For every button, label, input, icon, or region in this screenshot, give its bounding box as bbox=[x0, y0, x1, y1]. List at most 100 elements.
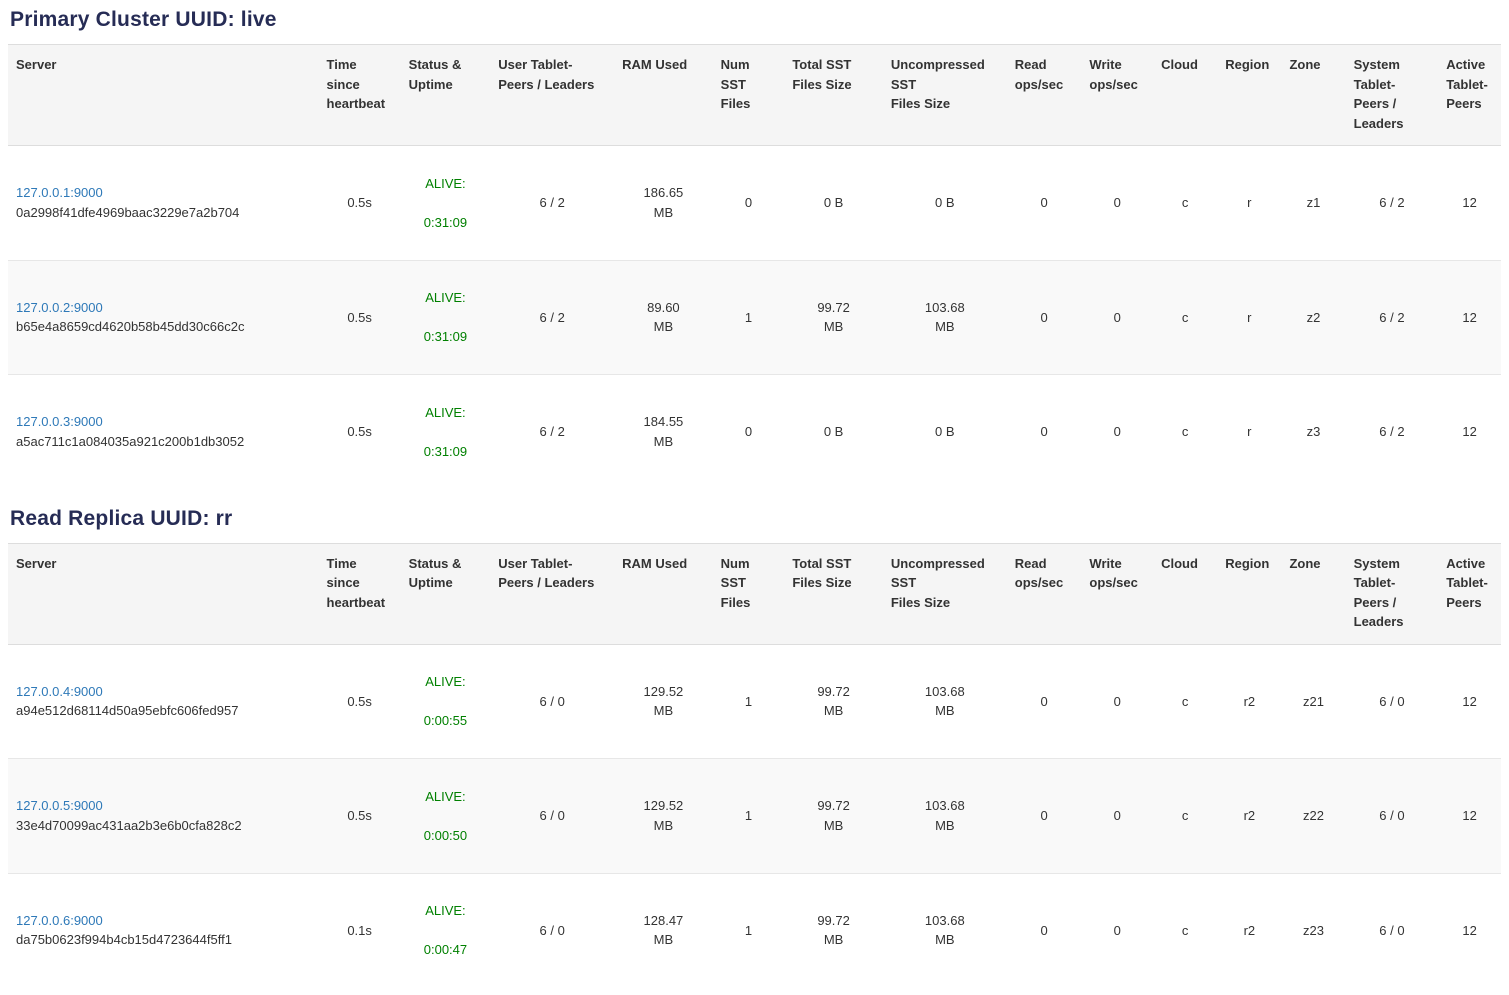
cell-num-sst-files: 1 bbox=[713, 759, 785, 874]
cell-read-ops: 0 bbox=[1007, 873, 1082, 987]
table-row: 127.0.0.1:9000 0a2998f41dfe4969baac3229e… bbox=[8, 146, 1501, 261]
cell-zone: z21 bbox=[1281, 644, 1345, 759]
cell-active-tablet-peers: 12 bbox=[1438, 873, 1501, 987]
col-time-since-heartbeat: Time since heartbeat bbox=[319, 45, 401, 146]
cell-num-sst-files: 1 bbox=[713, 644, 785, 759]
cell-write-ops: 0 bbox=[1081, 375, 1153, 489]
cell-write-ops: 0 bbox=[1081, 146, 1153, 261]
status-alive: ALIVE: bbox=[409, 901, 483, 921]
cell-num-sst-files: 1 bbox=[713, 260, 785, 375]
cell-status-uptime: ALIVE: 0:00:50 bbox=[401, 759, 491, 874]
status-alive: ALIVE: bbox=[409, 403, 483, 423]
cell-zone: z22 bbox=[1281, 759, 1345, 874]
cell-status-uptime: ALIVE: 0:31:09 bbox=[401, 260, 491, 375]
cell-system-tablet-peers: 6 / 0 bbox=[1346, 873, 1439, 987]
status-uptime: 0:31:09 bbox=[409, 213, 483, 233]
cell-uncompressed-sst-size: 103.68 MB bbox=[883, 873, 1007, 987]
cell-cloud: c bbox=[1153, 146, 1217, 261]
cell-zone: z3 bbox=[1281, 375, 1345, 489]
cell-active-tablet-peers: 12 bbox=[1438, 146, 1501, 261]
col-status-uptime: Status & Uptime bbox=[401, 45, 491, 146]
server-link[interactable]: 127.0.0.5:9000 bbox=[16, 798, 103, 813]
status-alive: ALIVE: bbox=[409, 174, 483, 194]
cell-uncompressed-sst-size: 0 B bbox=[883, 146, 1007, 261]
col-user-tablet-peers: User Tablet-Peers / Leaders bbox=[490, 45, 614, 146]
cell-uncompressed-sst-size: 103.68 MB bbox=[883, 644, 1007, 759]
col-region: Region bbox=[1217, 45, 1281, 146]
cell-time-since-heartbeat: 0.5s bbox=[319, 260, 401, 375]
server-link[interactable]: 127.0.0.3:9000 bbox=[16, 414, 103, 429]
col-ram-used: RAM Used bbox=[614, 543, 713, 644]
server-link[interactable]: 127.0.0.2:9000 bbox=[16, 300, 103, 315]
table-header-row: Server Time since heartbeat Status & Upt… bbox=[8, 45, 1501, 146]
cell-total-sst-size: 0 B bbox=[784, 375, 883, 489]
cell-system-tablet-peers: 6 / 0 bbox=[1346, 644, 1439, 759]
cell-active-tablet-peers: 12 bbox=[1438, 375, 1501, 489]
cell-ram-used: 186.65 MB bbox=[614, 146, 713, 261]
cell-total-sst-size: 0 B bbox=[784, 146, 883, 261]
cell-region: r bbox=[1217, 260, 1281, 375]
cell-uncompressed-sst-size: 103.68 MB bbox=[883, 260, 1007, 375]
cell-system-tablet-peers: 6 / 2 bbox=[1346, 375, 1439, 489]
status-alive: ALIVE: bbox=[409, 787, 483, 807]
cell-ram-used: 128.47 MB bbox=[614, 873, 713, 987]
cell-read-ops: 0 bbox=[1007, 260, 1082, 375]
col-zone: Zone bbox=[1281, 543, 1345, 644]
cell-read-ops: 0 bbox=[1007, 375, 1082, 489]
cell-system-tablet-peers: 6 / 0 bbox=[1346, 759, 1439, 874]
cell-time-since-heartbeat: 0.5s bbox=[319, 146, 401, 261]
cell-time-since-heartbeat: 0.1s bbox=[319, 873, 401, 987]
cell-read-ops: 0 bbox=[1007, 759, 1082, 874]
table-row: 127.0.0.2:9000 b65e4a8659cd4620b58b45dd3… bbox=[8, 260, 1501, 375]
col-active-tablet-peers: Active Tablet-Peers bbox=[1438, 543, 1501, 644]
cell-user-tablet-peers: 6 / 2 bbox=[490, 260, 614, 375]
table-header-row: Server Time since heartbeat Status & Upt… bbox=[8, 543, 1501, 644]
col-time-since-heartbeat: Time since heartbeat bbox=[319, 543, 401, 644]
server-link[interactable]: 127.0.0.6:9000 bbox=[16, 913, 103, 928]
cell-total-sst-size: 99.72 MB bbox=[784, 644, 883, 759]
cell-total-sst-size: 99.72 MB bbox=[784, 873, 883, 987]
status-uptime: 0:00:50 bbox=[409, 826, 483, 846]
status-alive: ALIVE: bbox=[409, 288, 483, 308]
cell-ram-used: 129.52 MB bbox=[614, 759, 713, 874]
col-cloud: Cloud bbox=[1153, 543, 1217, 644]
cell-cloud: c bbox=[1153, 759, 1217, 874]
cell-status-uptime: ALIVE: 0:31:09 bbox=[401, 375, 491, 489]
cell-cloud: c bbox=[1153, 375, 1217, 489]
cell-write-ops: 0 bbox=[1081, 260, 1153, 375]
col-total-sst-size: Total SST Files Size bbox=[784, 45, 883, 146]
cell-user-tablet-peers: 6 / 0 bbox=[490, 873, 614, 987]
status-uptime: 0:31:09 bbox=[409, 442, 483, 462]
col-region: Region bbox=[1217, 543, 1281, 644]
cell-user-tablet-peers: 6 / 2 bbox=[490, 146, 614, 261]
cell-read-ops: 0 bbox=[1007, 644, 1082, 759]
cell-region: r bbox=[1217, 146, 1281, 261]
cell-total-sst-size: 99.72 MB bbox=[784, 260, 883, 375]
server-link[interactable]: 127.0.0.4:9000 bbox=[16, 684, 103, 699]
col-status-uptime: Status & Uptime bbox=[401, 543, 491, 644]
cell-server: 127.0.0.1:9000 0a2998f41dfe4969baac3229e… bbox=[8, 146, 319, 261]
cell-time-since-heartbeat: 0.5s bbox=[319, 375, 401, 489]
status-uptime: 0:00:55 bbox=[409, 711, 483, 731]
table-row: 127.0.0.5:9000 33e4d70099ac431aa2b3e6b0c… bbox=[8, 759, 1501, 874]
read-replica-title: Read Replica UUID: rr bbox=[10, 507, 1501, 531]
cell-num-sst-files: 0 bbox=[713, 375, 785, 489]
col-read-ops: Read ops/sec bbox=[1007, 543, 1082, 644]
status-uptime: 0:31:09 bbox=[409, 327, 483, 347]
status-uptime: 0:00:47 bbox=[409, 940, 483, 960]
col-active-tablet-peers: Active Tablet-Peers bbox=[1438, 45, 1501, 146]
cell-write-ops: 0 bbox=[1081, 759, 1153, 874]
primary-cluster-table: Server Time since heartbeat Status & Upt… bbox=[8, 44, 1501, 489]
cell-user-tablet-peers: 6 / 0 bbox=[490, 644, 614, 759]
cell-read-ops: 0 bbox=[1007, 146, 1082, 261]
cell-zone: z1 bbox=[1281, 146, 1345, 261]
server-link[interactable]: 127.0.0.1:9000 bbox=[16, 185, 103, 200]
cell-active-tablet-peers: 12 bbox=[1438, 759, 1501, 874]
cell-uncompressed-sst-size: 0 B bbox=[883, 375, 1007, 489]
server-uuid: da75b0623f994b4cb15d4723644f5ff1 bbox=[16, 930, 311, 950]
cell-write-ops: 0 bbox=[1081, 873, 1153, 987]
cell-system-tablet-peers: 6 / 2 bbox=[1346, 146, 1439, 261]
cell-cloud: c bbox=[1153, 260, 1217, 375]
server-uuid: 33e4d70099ac431aa2b3e6b0cfa828c2 bbox=[16, 816, 311, 836]
col-total-sst-size: Total SST Files Size bbox=[784, 543, 883, 644]
